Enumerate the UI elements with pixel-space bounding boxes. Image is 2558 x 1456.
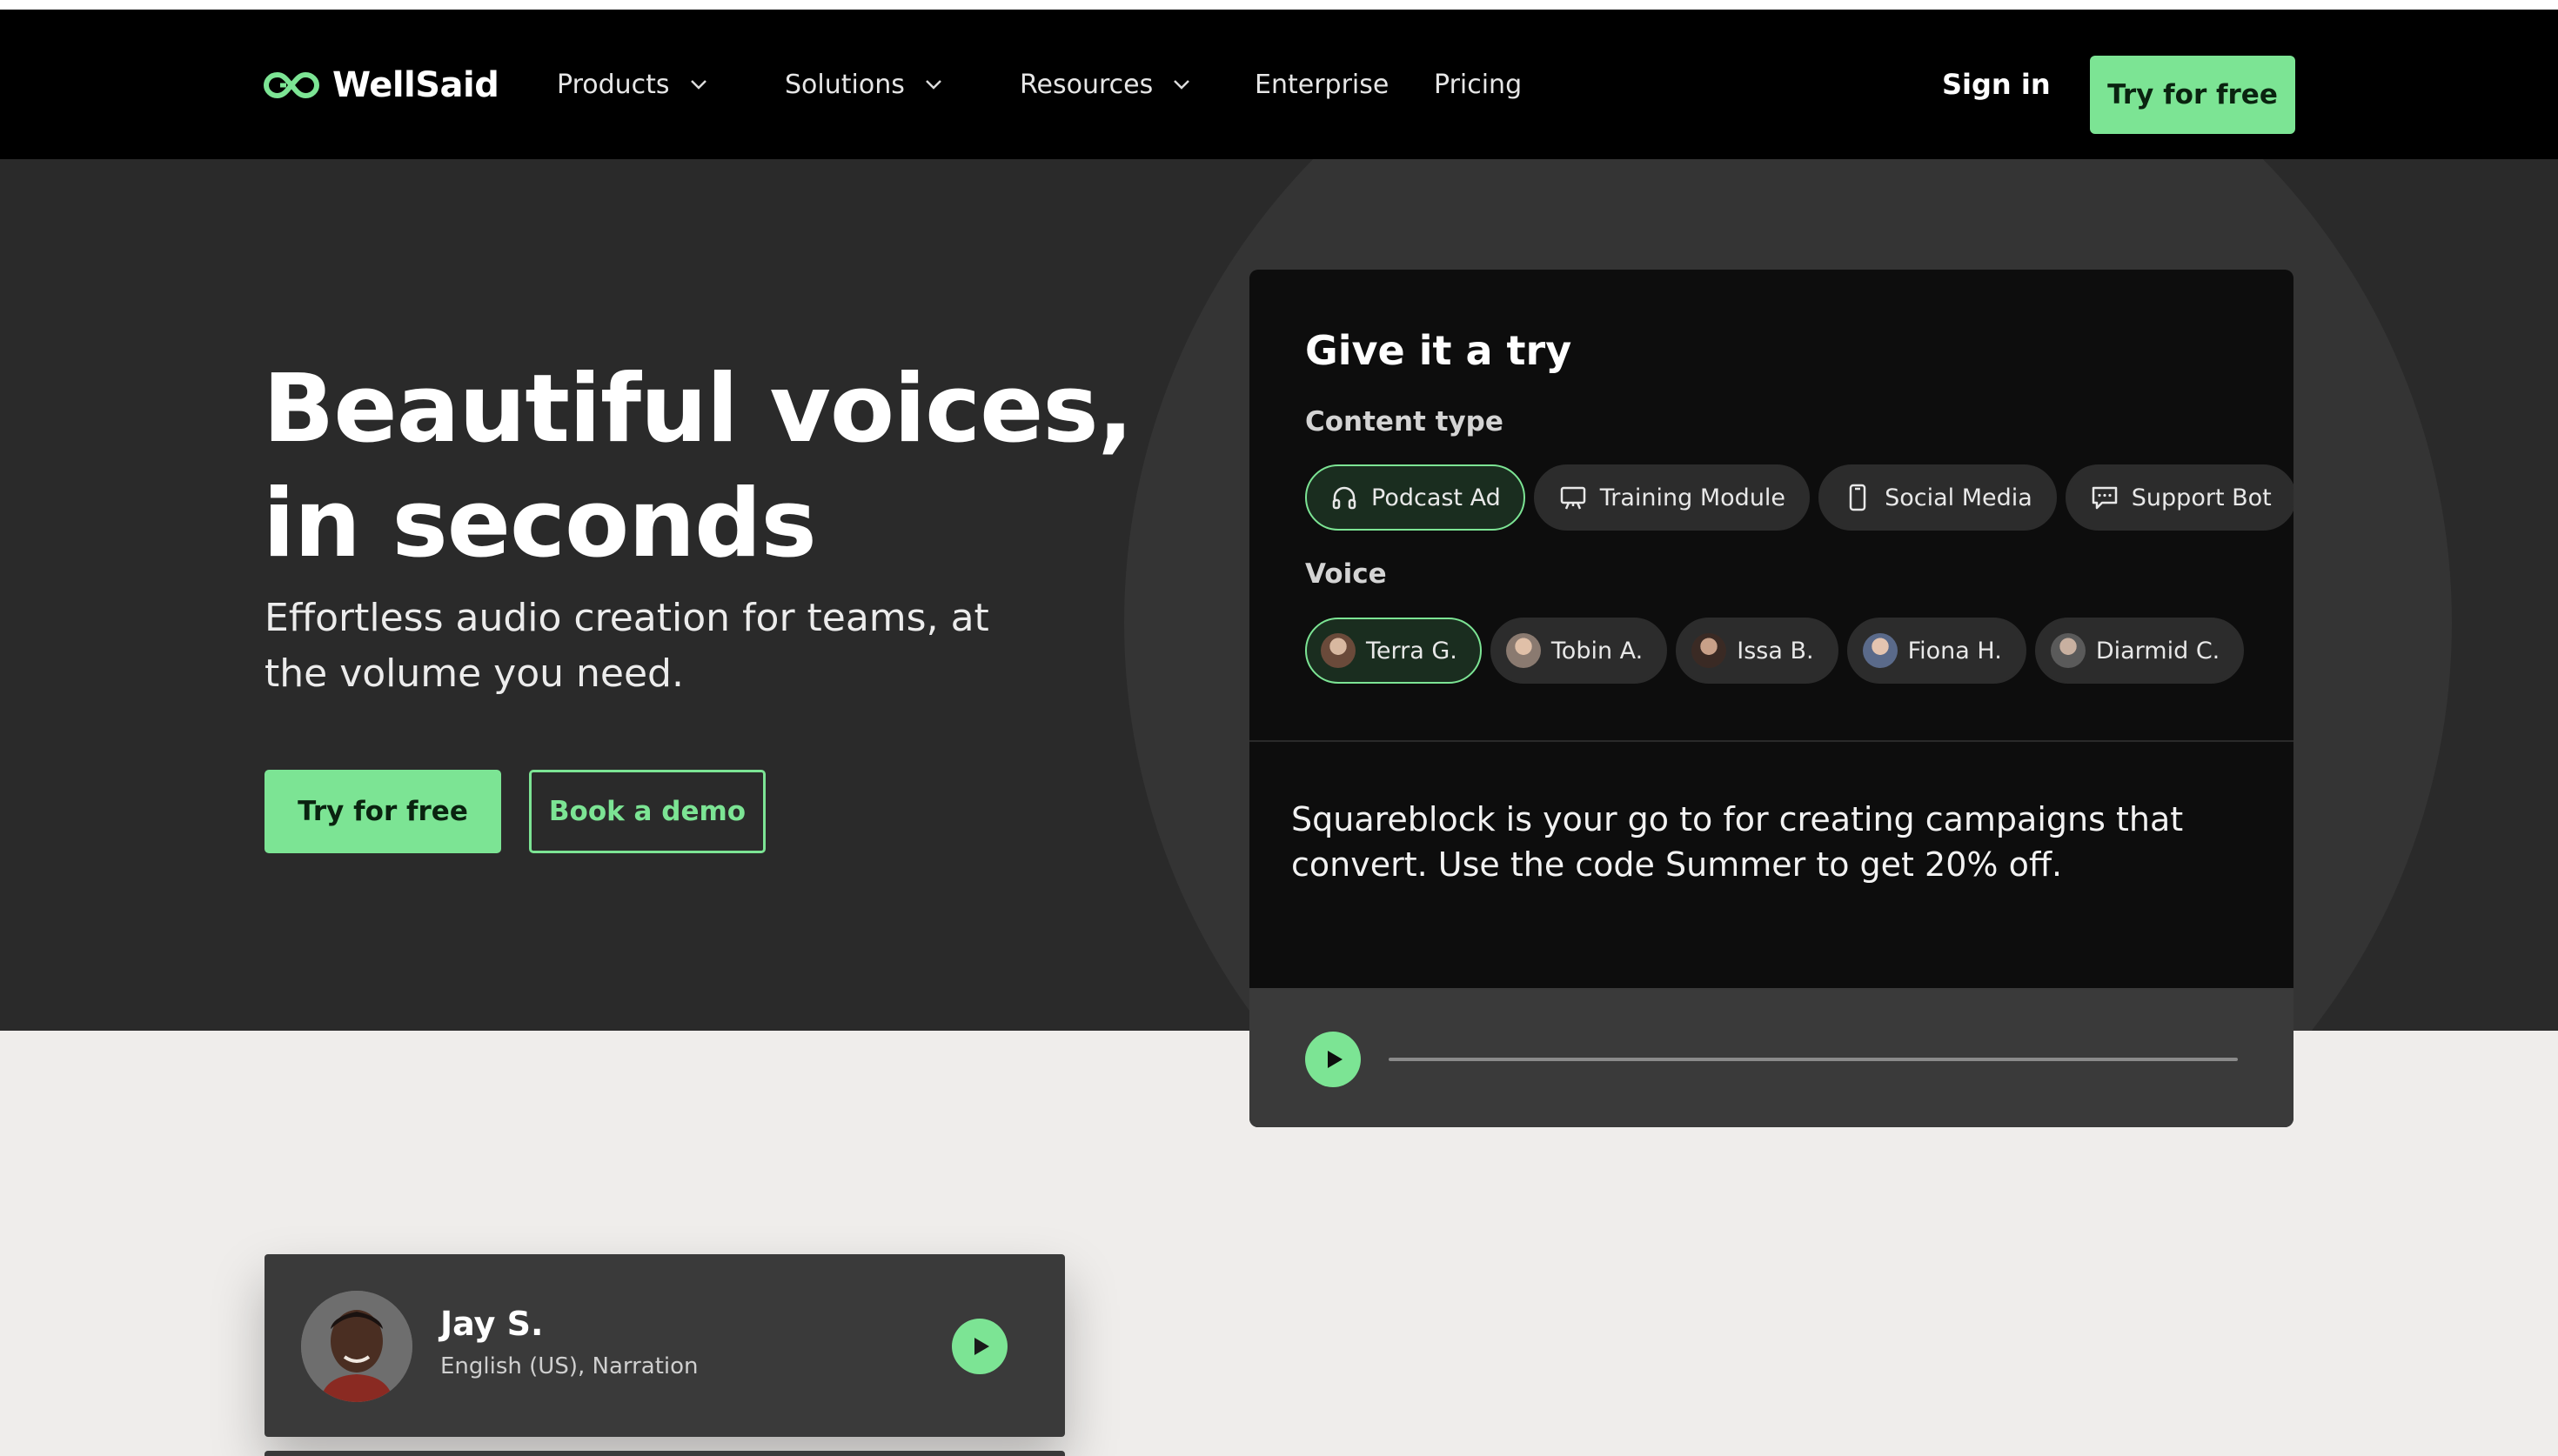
chevron-down-icon bbox=[1174, 80, 1190, 90]
headphones-icon bbox=[1332, 486, 1356, 510]
voice-avatar bbox=[2050, 633, 2086, 668]
phone-icon bbox=[1849, 484, 1866, 511]
hero-title: Beautiful voices, in seconds bbox=[263, 352, 1134, 582]
content-type-chips: Podcast Ad Training Module Social Media … bbox=[1305, 464, 2293, 531]
chip-social-media[interactable]: Social Media bbox=[1818, 464, 2057, 531]
nav-solutions[interactable]: Solutions bbox=[785, 65, 943, 104]
voice-sample-card: Jay S. English (US), Narration bbox=[265, 1254, 1065, 1437]
chip-voice-fiona[interactable]: Fiona H. bbox=[1846, 618, 2026, 684]
brand-name: WellSaid bbox=[332, 65, 499, 105]
voice-avatar bbox=[1691, 633, 1727, 668]
chip-voice-issa[interactable]: Issa B. bbox=[1676, 618, 1838, 684]
voice-avatar bbox=[1321, 633, 1356, 668]
nav-resources[interactable]: Resources bbox=[1020, 65, 1191, 104]
voice-label: Voice bbox=[1305, 558, 1387, 590]
chip-label: Social Media bbox=[1885, 484, 2032, 511]
infinity-logo-icon bbox=[263, 71, 320, 99]
nav-resources-label: Resources bbox=[1020, 69, 1154, 100]
chat-icon bbox=[2092, 486, 2118, 510]
chip-label: Fiona H. bbox=[1907, 637, 2002, 665]
chip-voice-tobin[interactable]: Tobin A. bbox=[1490, 618, 1668, 684]
nav-pricing-label: Pricing bbox=[1434, 69, 1523, 100]
chip-label: Podcast Ad bbox=[1371, 484, 1501, 511]
chip-support-bot[interactable]: Support Bot bbox=[2065, 464, 2293, 531]
voice-avatar bbox=[1862, 633, 1898, 668]
play-icon bbox=[1328, 1051, 1343, 1068]
voice-meta: English (US), Narration bbox=[440, 1353, 699, 1379]
voice-sample-card-next bbox=[265, 1451, 1065, 1456]
chip-podcast-ad[interactable]: Podcast Ad bbox=[1305, 464, 1525, 531]
audio-player bbox=[1249, 988, 2293, 1127]
chip-label: Support Bot bbox=[2131, 484, 2272, 511]
nav-try-free-button[interactable]: Try for free bbox=[2090, 56, 2295, 134]
hero-subtitle: Effortless audio creation for teams, at … bbox=[265, 596, 989, 696]
chip-label: Issa B. bbox=[1737, 637, 1814, 665]
voice-name: Jay S. bbox=[440, 1305, 544, 1343]
hero-title-line2: in seconds bbox=[263, 470, 817, 578]
avatar bbox=[301, 1291, 412, 1402]
chevron-down-icon bbox=[925, 80, 941, 90]
content-type-label: Content type bbox=[1305, 406, 1503, 437]
demo-card: Give it a try Content type Podcast Ad Tr… bbox=[1249, 270, 2293, 1127]
audio-progress-track[interactable] bbox=[1389, 1058, 2238, 1061]
demo-divider bbox=[1249, 740, 2293, 742]
nav-enterprise[interactable]: Enterprise bbox=[1255, 65, 1389, 104]
demo-title: Give it a try bbox=[1305, 327, 1572, 374]
play-icon bbox=[974, 1338, 989, 1355]
nav-products[interactable]: Products bbox=[557, 65, 708, 104]
top-navigation: WellSaid Products Solutions Resources En… bbox=[0, 10, 2558, 159]
nav-enterprise-label: Enterprise bbox=[1255, 69, 1389, 100]
voice-chips: Terra G. Tobin A. Issa B. Fiona H. Diarm… bbox=[1305, 618, 2245, 684]
voice-avatar bbox=[1505, 633, 1541, 668]
voice-play-button[interactable] bbox=[952, 1319, 1008, 1374]
demo-script-text[interactable]: Squareblock is your go to for creating c… bbox=[1291, 797, 2266, 887]
chip-voice-diarmid[interactable]: Diarmid C. bbox=[2034, 618, 2245, 684]
chip-training-module[interactable]: Training Module bbox=[1533, 464, 1811, 531]
presentation-icon bbox=[1560, 486, 1585, 510]
nav-products-label: Products bbox=[557, 69, 670, 100]
portrait-image bbox=[301, 1291, 412, 1402]
chevron-down-icon bbox=[690, 80, 706, 90]
chip-label: Tobin A. bbox=[1550, 637, 1644, 665]
chip-label: Training Module bbox=[1599, 484, 1786, 511]
sign-in-link[interactable]: Sign in bbox=[1942, 65, 2051, 104]
hero-title-line1: Beautiful voices, bbox=[263, 355, 1134, 464]
book-demo-button[interactable]: Book a demo bbox=[529, 770, 766, 853]
wellsaid-logo[interactable]: WellSaid bbox=[263, 65, 499, 105]
chip-voice-terra[interactable]: Terra G. bbox=[1305, 618, 1482, 684]
nav-solutions-label: Solutions bbox=[785, 69, 905, 100]
chip-label: Terra G. bbox=[1366, 637, 1457, 665]
hero-try-free-button[interactable]: Try for free bbox=[265, 770, 501, 853]
demo-play-button[interactable] bbox=[1305, 1032, 1361, 1087]
chip-label: Diarmid C. bbox=[2095, 637, 2220, 665]
top-strip bbox=[0, 0, 2558, 10]
nav-pricing[interactable]: Pricing bbox=[1434, 65, 1522, 104]
